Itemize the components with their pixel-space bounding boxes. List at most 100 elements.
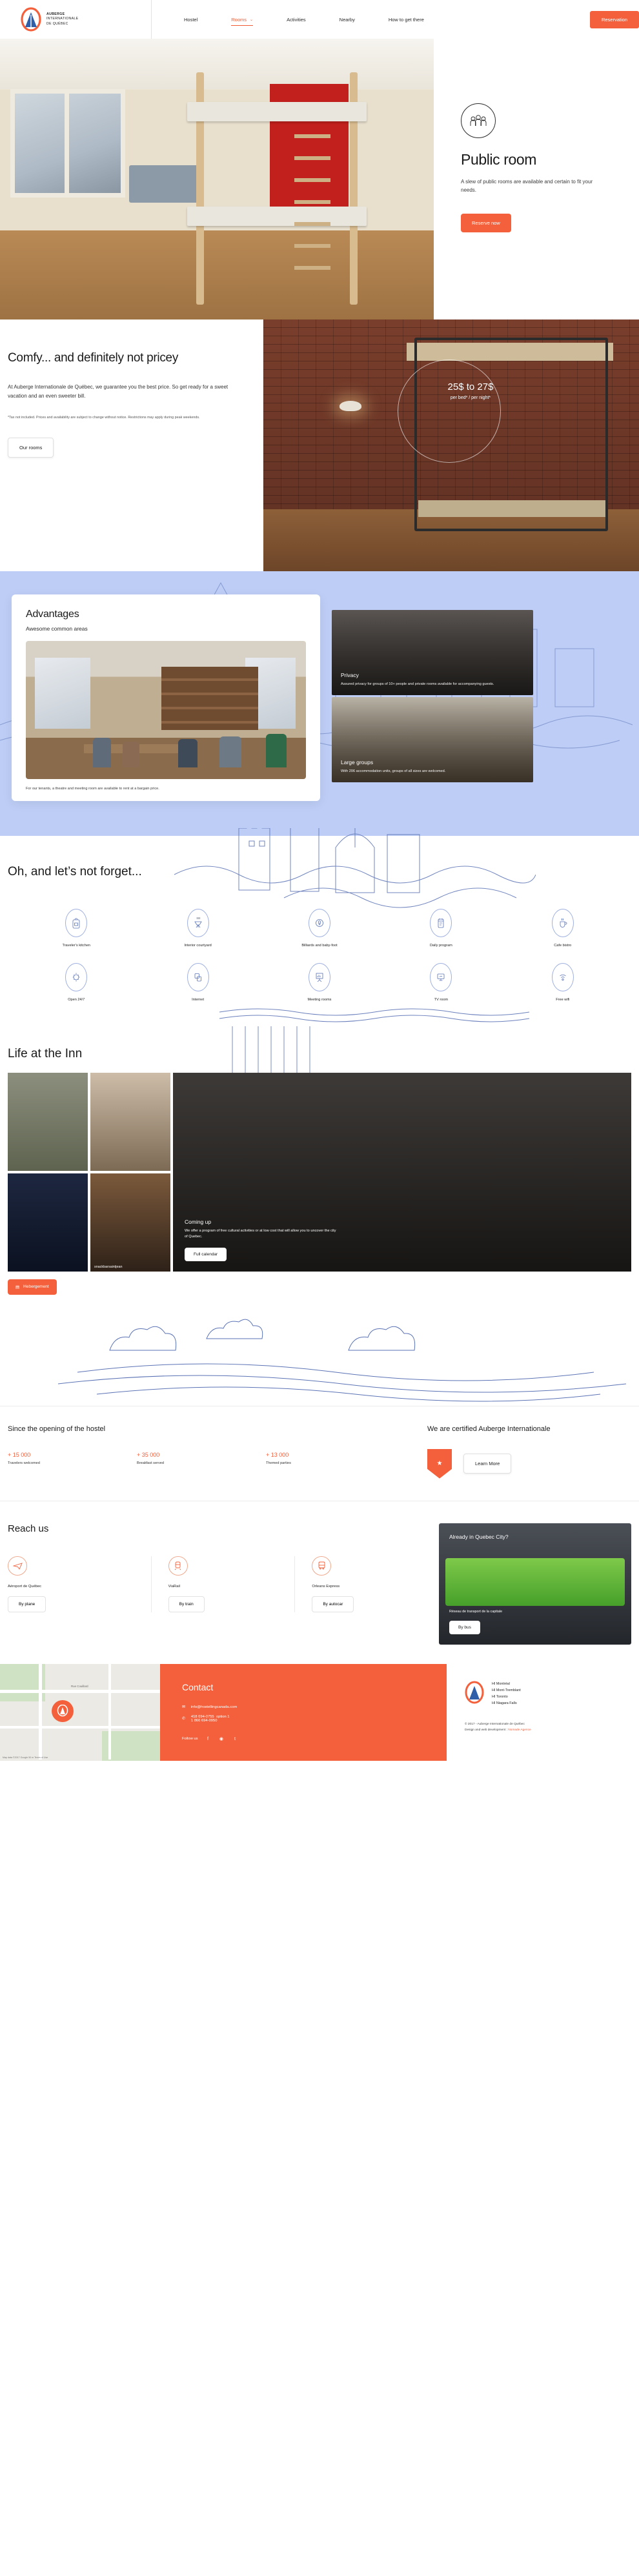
certification-title: We are certified Auberge Internationale bbox=[427, 1425, 551, 1433]
main-nav: Hostel Rooms ⌄ Activities Nearby How to … bbox=[152, 0, 639, 39]
hostel-list: HI Montréal HI Mont-Tremblant HI Toronto… bbox=[492, 1681, 521, 1707]
contact-block: Contact ✉ info@hostellingcanada.com ✆ 41… bbox=[160, 1663, 447, 1761]
nav-item-activities[interactable]: Activities bbox=[270, 17, 323, 23]
amenity-label: Free wifi bbox=[556, 997, 570, 1002]
pricing-photo-bunkbed: 25$ to 27$ per bed* / per night* bbox=[263, 319, 639, 571]
pricing-fine-print: *Tax not included. Prices and availabili… bbox=[8, 415, 200, 420]
amenity-label: Internet bbox=[192, 997, 205, 1002]
map-street-label: Rue Couillard bbox=[71, 1684, 88, 1688]
contact-phone-secondary: 1 866 694-0950 bbox=[190, 1718, 218, 1723]
auberge-logo-icon bbox=[21, 7, 41, 32]
follow-us-label: Follow us bbox=[182, 1737, 198, 1741]
hero-photo-bunkroom bbox=[0, 39, 434, 319]
stats-section: Since the opening of the hostel + 15 000… bbox=[0, 1405, 639, 1479]
by-train-button[interactable]: By train bbox=[168, 1596, 205, 1612]
sun-icon bbox=[65, 962, 88, 991]
gallery-photo-city-night[interactable] bbox=[8, 1173, 88, 1272]
price-ring-decoration bbox=[398, 360, 501, 463]
amenity-internet[interactable]: Internet bbox=[137, 962, 258, 1002]
contact-email-row[interactable]: ✉ info@hostellingcanada.com bbox=[182, 1705, 425, 1709]
stat-value: + 15 000 bbox=[8, 1451, 31, 1458]
stat-travelers: + 15 000 Travelers welcomed bbox=[8, 1452, 137, 1465]
advantages-tiles: Privacy Assured privacy for groups of 10… bbox=[332, 610, 533, 801]
auberge-logo-icon bbox=[465, 1681, 484, 1704]
amenity-free-wifi[interactable]: Free wifi bbox=[502, 962, 624, 1002]
gallery-photo-food[interactable]: snackbarsaintjean bbox=[90, 1173, 170, 1272]
addresses-block: HI Montréal HI Mont-Tremblant HI Toronto… bbox=[447, 1663, 639, 1761]
hero-section: Public room A slew of public rooms are a… bbox=[0, 39, 639, 319]
certification-block: We are certified Auberge Internationale … bbox=[421, 1425, 631, 1479]
cloud-line-art bbox=[57, 1319, 627, 1402]
nav-label: How to get there bbox=[388, 16, 424, 23]
reserve-now-button[interactable]: Reserve now bbox=[461, 214, 511, 233]
nav-item-how-to-get-there[interactable]: How to get there bbox=[372, 17, 441, 23]
credit-prefix: Design and web development : bbox=[465, 1728, 509, 1732]
coming-up-title: Coming up bbox=[185, 1218, 212, 1225]
amenity-label: Billiards and baby-foot bbox=[301, 943, 338, 948]
amenity-open-24-7[interactable]: Open 24/7 bbox=[15, 962, 137, 1002]
tv-screen-icon bbox=[430, 962, 452, 991]
stat-label: Travelers welcomed bbox=[8, 1461, 40, 1465]
nav-item-hostel[interactable]: Hostel bbox=[167, 17, 214, 23]
hebergement-button[interactable]: ▤ Hebergement bbox=[8, 1279, 57, 1295]
advantages-section: Advantages Awesome common areas For our … bbox=[0, 571, 639, 836]
reach-us-title: Reach us bbox=[8, 1523, 49, 1534]
by-bus-button[interactable]: By bus bbox=[449, 1620, 480, 1634]
our-rooms-button[interactable]: Our rooms bbox=[8, 437, 54, 458]
gallery-photo-garden[interactable] bbox=[8, 1072, 88, 1171]
advantages-footnote: For our tenants, a theatre and meeting r… bbox=[26, 787, 159, 791]
gallery-photo-guitar[interactable]: Coming up We offer a program of free cul… bbox=[173, 1072, 631, 1272]
map-attribution: Map data ©2017 Google 50 m Terms of Use bbox=[3, 1756, 48, 1759]
amenity-tv-room[interactable]: TV room bbox=[380, 962, 502, 1002]
facebook-icon[interactable]: f bbox=[204, 1736, 211, 1743]
credit-link[interactable]: Nomade Agence bbox=[508, 1729, 531, 1732]
advantages-title: Advantages bbox=[26, 609, 79, 620]
amenity-label: TV room bbox=[434, 997, 449, 1002]
reach-option-name: Aéroport de Québec bbox=[8, 1584, 42, 1588]
price-unit: per bed* / per night* bbox=[450, 396, 491, 400]
by-autocar-button[interactable]: By autocar bbox=[312, 1596, 354, 1612]
bus-photo bbox=[445, 1557, 625, 1606]
amenity-label: Cafe bistro bbox=[554, 943, 572, 948]
life-section: Life at the Inn Coming up We offer a pro… bbox=[0, 1008, 639, 1295]
reach-us-section: Reach us Aéroport de Québec By plane Via… bbox=[0, 1500, 639, 1664]
amenity-travelers-kitchen[interactable]: Traveler's kitchen bbox=[15, 908, 137, 948]
computer-icon bbox=[187, 962, 209, 991]
instagram-icon[interactable]: ◉ bbox=[218, 1736, 225, 1743]
local-transit-promo[interactable]: Already in Quebec City? Réseau de transp… bbox=[439, 1523, 631, 1645]
nav-active-underline bbox=[231, 25, 254, 26]
contact-phone-row[interactable]: ✆ 418 694-0755 option 1 1 866 694-0950 bbox=[182, 1715, 425, 1723]
learn-more-button[interactable]: Learn More bbox=[463, 1454, 512, 1474]
hostel-item[interactable]: HI Mont-Tremblant bbox=[492, 1687, 521, 1694]
by-plane-button[interactable]: By plane bbox=[8, 1596, 46, 1612]
coffee-cup-icon bbox=[551, 908, 574, 937]
advantage-tile-large-groups[interactable]: Large groups With 206 accommodation unit… bbox=[332, 697, 533, 782]
nav-label: Nearby bbox=[339, 16, 355, 23]
reach-option-plane: Aéroport de Québec By plane bbox=[8, 1556, 152, 1612]
nav-item-nearby[interactable]: Nearby bbox=[323, 17, 372, 23]
hostel-item[interactable]: HI Montréal bbox=[492, 1681, 521, 1687]
hostel-item[interactable]: HI Niagara Falls bbox=[492, 1700, 521, 1707]
gallery-photo-bedroom[interactable] bbox=[90, 1072, 170, 1171]
stats-title: Since the opening of the hostel bbox=[8, 1425, 106, 1433]
stats-block: Since the opening of the hostel + 15 000… bbox=[8, 1425, 421, 1465]
amenity-meeting-rooms[interactable]: Meeting rooms bbox=[259, 962, 380, 1002]
nav-item-rooms[interactable]: Rooms ⌄ bbox=[214, 17, 270, 26]
amenity-label: Daily program bbox=[429, 943, 452, 948]
phone-icon: ✆ bbox=[182, 1716, 185, 1721]
life-gallery: Coming up We offer a program of free cul… bbox=[0, 1072, 639, 1272]
advantage-tile-privacy[interactable]: Privacy Assured privacy for groups of 10… bbox=[332, 610, 533, 695]
hebergement-label: Hebergement bbox=[23, 1284, 49, 1290]
location-map[interactable]: Rue Couillard Map data ©2017 Google 50 m… bbox=[0, 1663, 160, 1761]
site-logo[interactable]: AUBERGE INTERNATIONALE DE QUÉBEC bbox=[0, 0, 152, 39]
stat-value: + 35 000 bbox=[137, 1451, 160, 1458]
twitter-icon[interactable]: t bbox=[231, 1736, 238, 1743]
contact-title: Contact bbox=[182, 1681, 214, 1692]
amenity-label: Traveler's kitchen bbox=[62, 943, 90, 948]
hero-description: A slew of public rooms are available and… bbox=[461, 179, 593, 194]
chevron-down-icon: ⌄ bbox=[250, 17, 254, 22]
hostel-item[interactable]: HI Toronto bbox=[492, 1694, 521, 1700]
stat-parties: + 13 000 Themed parties bbox=[266, 1452, 395, 1465]
full-calendar-button[interactable]: Full calendar bbox=[185, 1247, 227, 1261]
reservation-button[interactable]: Reservation bbox=[589, 10, 639, 28]
